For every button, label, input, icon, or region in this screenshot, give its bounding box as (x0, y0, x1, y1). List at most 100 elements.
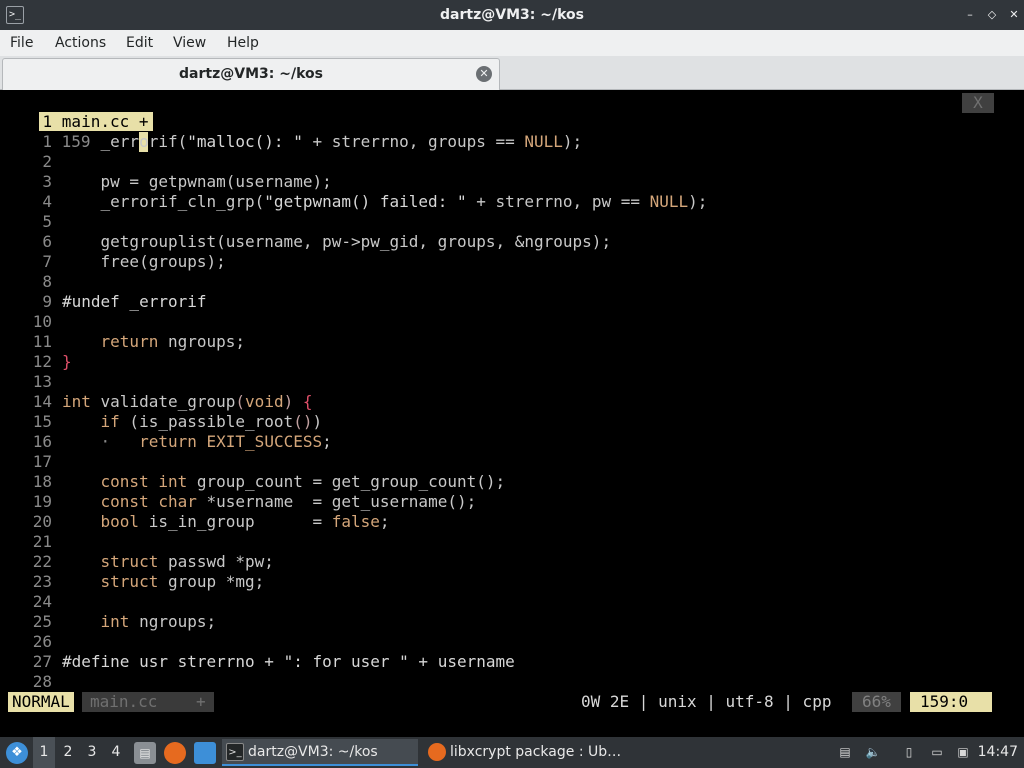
line-number: 13 (32, 372, 52, 391)
desktop-icon[interactable] (194, 742, 216, 764)
code-token: + strerrno, pw == (466, 192, 650, 211)
maximize-button[interactable]: ◇ (984, 7, 1000, 23)
menu-view[interactable]: View (173, 30, 206, 56)
line-code: int ngroups; (52, 612, 217, 631)
close-button[interactable]: ✕ (1006, 7, 1022, 23)
code-line: 23 struct group *mg; (0, 572, 265, 592)
menu-actions[interactable]: Actions (55, 30, 106, 56)
task-firefox-label: libxcrypt package : Ub… (450, 744, 622, 760)
vim-buffer-close-icon[interactable]: X (962, 93, 994, 113)
line-code: int validate_group(void) { (52, 392, 313, 411)
minimize-button[interactable]: – (962, 7, 978, 23)
code-line: 27 #define usr strerrno + ": for user " +… (0, 652, 515, 672)
code-token: ; (379, 512, 390, 531)
volume-icon[interactable]: 🔈 (864, 743, 882, 761)
workspace-1[interactable]: 1 (33, 737, 55, 768)
code-token: passwd *pw; (158, 552, 274, 571)
code-token: #undef _errorif (62, 292, 207, 311)
task-terminal[interactable]: >_ dartz@VM3: ~/kos (222, 739, 418, 766)
line-number: 6 (42, 232, 52, 251)
code-line: 2 (0, 152, 62, 172)
line-code: struct group *mg; (52, 572, 265, 591)
code-token: group_count = get_group_count(); (187, 472, 506, 491)
line-number: 17 (32, 452, 52, 471)
line-code: · return EXIT_SUCCESS; (52, 432, 332, 451)
notes-icon[interactable]: ▤ (836, 743, 854, 761)
code-token: _errorif_cln_grp( (62, 192, 265, 211)
clipboard-icon[interactable]: ▯ (900, 743, 918, 761)
vim-status-filename: main.cc (90, 692, 158, 711)
line-number: 9 (42, 292, 52, 311)
code-token: ngroups; (129, 612, 217, 631)
firefox-icon[interactable] (164, 742, 186, 764)
vim-mode: NORMAL (8, 692, 74, 712)
line-code: const char *username = get_username(); (52, 492, 477, 511)
code-line: 28 (0, 672, 62, 692)
window-title: dartz@VM3: ~/kos (440, 7, 584, 23)
menu-file[interactable]: File (10, 30, 33, 56)
code-token: return (100, 332, 159, 351)
code-line: 9 #undef _errorif (0, 292, 207, 312)
workspace-3[interactable]: 3 (81, 737, 103, 768)
tab-close-icon[interactable]: ✕ (476, 66, 492, 82)
code-line: 13 (0, 372, 62, 392)
code-token: (is_passible_root (119, 412, 294, 431)
code-line: 25 int ngroups; (0, 612, 216, 632)
line-number: 14 (32, 392, 52, 411)
workspace-4[interactable]: 4 (105, 737, 127, 768)
code-token: EXIT_SUCCESS (206, 432, 323, 451)
display-icon[interactable]: ▣ (954, 743, 972, 761)
code-token: ) (283, 392, 294, 411)
line-code: const int group_count = get_group_count(… (52, 472, 506, 491)
code-token: is_in_group = (139, 512, 332, 531)
network-icon[interactable]: ▭ (928, 743, 946, 761)
terminal-view[interactable]: 1 main.cc + X 159 1 _errorif("malloc(): … (0, 91, 1024, 737)
code-token: group *mg; (158, 572, 265, 591)
code-line: 4 _errorif_cln_grp("getpwnam() failed: "… (0, 192, 707, 212)
code-token: ( (235, 392, 246, 411)
menu-help[interactable]: Help (227, 30, 259, 56)
code-token: validate_group (90, 392, 236, 411)
line-code: free(groups); (52, 252, 226, 271)
file-manager-icon[interactable]: ▤ (134, 742, 156, 764)
code-token: getgrouplist(username, pw->pw_gid, group… (62, 232, 612, 251)
vim-status-position: 159:0 (910, 692, 992, 712)
terminal-tab[interactable]: dartz@VM3: ~/kos ✕ (2, 58, 500, 90)
code-line: 17 (0, 452, 62, 472)
current-line: 159 (0, 112, 149, 152)
code-token: "getpwnam() failed: " (264, 192, 467, 211)
code-token: char (158, 492, 197, 511)
line-number: 2 (42, 152, 52, 171)
line-number: 12 (32, 352, 52, 371)
vim-status-info: 0W 2E | unix | utf-8 | cpp (581, 692, 832, 711)
line-number: 19 (32, 492, 52, 511)
menu-icon[interactable]: ❖ (6, 742, 28, 764)
code-line: 12} (0, 352, 72, 372)
code-token: + strerrno, groups == (302, 132, 525, 151)
vim-status-percent: 66% (852, 692, 901, 712)
line-code: _errorif("malloc(): " + strerrno, groups… (52, 132, 583, 151)
code-token: ) (312, 412, 323, 431)
line-number: 28 (32, 672, 52, 691)
taskbar: ❖ 1 2 3 4 ▤ >_ dartz@VM3: ~/kos libxcryp… (0, 737, 1024, 768)
code-line: 18 const int group_count = get_group_cou… (0, 472, 505, 492)
code-token: false (331, 512, 380, 531)
code-line: 5 (0, 212, 62, 232)
menu-edit[interactable]: Edit (126, 30, 153, 56)
code-line: 10 (0, 312, 62, 332)
code-line: 6 getgrouplist(username, pw->pw_gid, gro… (0, 232, 611, 252)
task-firefox[interactable]: libxcrypt package : Ub… (424, 739, 634, 766)
clock[interactable]: 14:47 (978, 737, 1018, 768)
code-token: if (100, 412, 120, 431)
workspace-2[interactable]: 2 (57, 737, 79, 768)
